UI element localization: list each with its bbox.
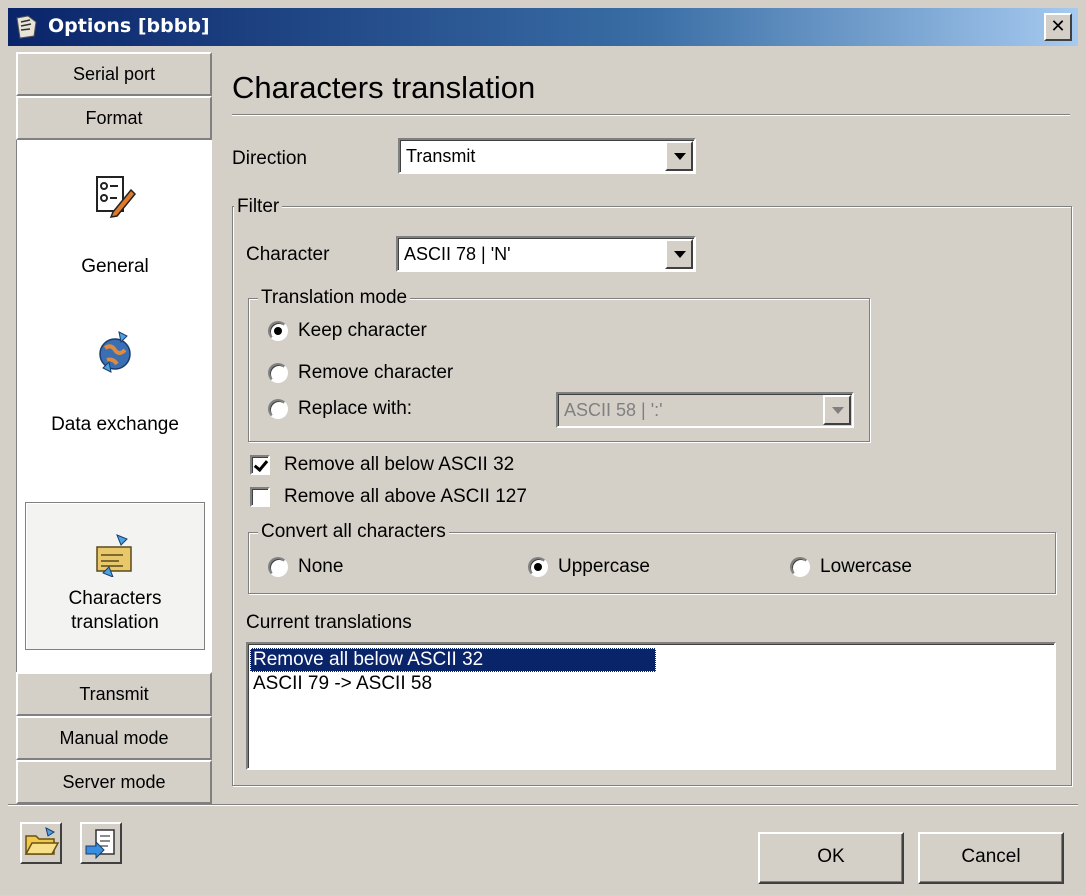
radio-indicator[interactable] [268,321,288,341]
close-button[interactable]: ✕ [1044,13,1072,41]
open-button[interactable] [20,822,62,864]
chevron-down-icon[interactable] [823,395,851,425]
footer-separator [8,804,1078,806]
nav-item-general[interactable]: General [25,174,205,304]
current-translations-list[interactable]: Remove all below ASCII 32 ASCII 79 -> AS… [246,642,1056,770]
current-translations-label: Current translations [246,612,412,633]
radio-label: Replace with: [298,398,413,419]
nav-tab-label: Manual mode [59,728,169,748]
radio-uppercase[interactable]: Uppercase [528,556,650,578]
document-arrows-icon [96,534,132,577]
nav-item-characters-translation[interactable]: Characters translation [25,502,205,650]
nav-tab-serial-port[interactable]: Serial port [16,52,212,96]
replace-with-select[interactable]: ASCII 58 | ':' [556,392,854,428]
radio-label: Uppercase [558,556,650,577]
character-select[interactable]: ASCII 78 | 'N' [396,236,696,272]
nav-tab-label: Format [85,108,143,128]
replace-with-value: ASCII 58 | ':' [564,400,663,420]
list-item[interactable]: Remove all below ASCII 32 [250,648,656,672]
export-document-icon [85,829,115,860]
chevron-down-icon[interactable] [665,141,693,171]
nav-item-label: Characters translation [68,588,162,633]
checklist-pencil-icon [96,176,137,218]
list-item[interactable]: ASCII 79 -> ASCII 58 [250,672,432,696]
chevron-down-icon[interactable] [665,239,693,269]
character-label: Character [246,244,330,265]
nav-tab-label: Transmit [79,684,149,704]
nav-tab-server-mode[interactable]: Server mode [16,760,212,804]
radio-none[interactable]: None [268,556,343,578]
radio-label: None [298,556,344,577]
radio-label: Keep character [298,320,427,341]
radio-indicator[interactable] [790,557,810,577]
nav-item-label: Data exchange [51,414,179,435]
nav-tab-format[interactable]: Format [16,96,212,140]
nav-item-label: General [81,256,149,277]
format-items-panel: General Data exchange Characters transla… [16,140,212,672]
direction-value: Transmit [406,146,476,166]
convert-caption: Convert all characters [258,521,449,543]
radio-label: Remove character [298,362,454,383]
radio-lowercase[interactable]: Lowercase [790,556,912,578]
radio-indicator[interactable] [268,363,288,383]
direction-label: Direction [232,148,307,169]
checkbox-indicator[interactable] [250,487,270,507]
options-nav: Serial port Format General Data exchange… [16,52,212,804]
radio-label: Lowercase [820,556,912,577]
export-button[interactable] [80,822,122,864]
nav-item-data-exchange[interactable]: Data exchange [25,330,205,480]
radio-remove-character[interactable]: Remove character [268,362,453,384]
radio-indicator[interactable] [268,557,288,577]
radio-indicator[interactable] [528,557,548,577]
options-dialog: Options [bbbb] ✕ Serial port Format Gene… [0,0,1086,895]
window-title: Options [bbbb] [48,15,210,37]
title-divider [232,114,1070,116]
close-icon: ✕ [1050,16,1066,36]
nav-tab-transmit[interactable]: Transmit [16,672,212,716]
remove-below-checkbox[interactable]: Remove all below ASCII 32 [250,454,514,476]
app-icon [16,15,37,39]
nav-tab-label: Server mode [62,772,166,792]
direction-select[interactable]: Transmit [398,138,696,174]
nav-tab-manual-mode[interactable]: Manual mode [16,716,212,760]
globe-arrows-icon [99,331,131,373]
checkbox-label: Remove all below ASCII 32 [284,454,515,475]
open-folder-icon [24,827,60,855]
ok-button[interactable]: OK [758,832,904,884]
character-value: ASCII 78 | 'N' [404,244,511,264]
filter-caption: Filter [234,196,283,218]
page-title: Characters translation [232,70,536,105]
checkbox-label: Remove all above ASCII 127 [284,486,527,507]
translation-mode-caption: Translation mode [258,287,411,309]
radio-indicator[interactable] [268,399,288,419]
cancel-button[interactable]: Cancel [918,832,1064,884]
radio-replace-with[interactable]: Replace with: [268,398,412,420]
nav-tab-label: Serial port [72,64,156,84]
checkbox-indicator[interactable] [250,455,270,475]
remove-above-checkbox[interactable]: Remove all above ASCII 127 [250,486,527,508]
radio-keep-character[interactable]: Keep character [268,320,427,342]
title-bar[interactable]: Options [bbbb] ✕ [8,8,1078,46]
